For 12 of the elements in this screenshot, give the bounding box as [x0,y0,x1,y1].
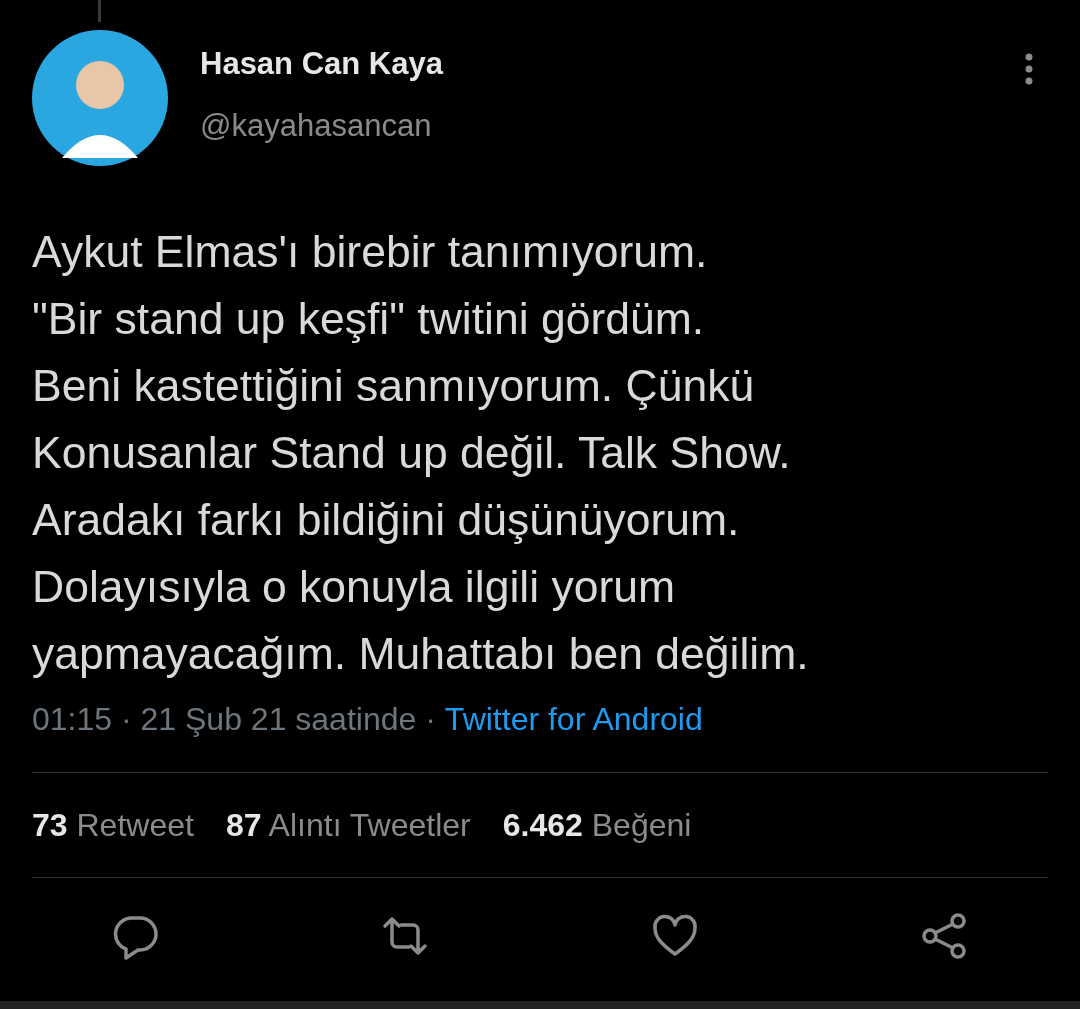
source-link[interactable]: Twitter for Android [444,701,703,738]
stat-link[interactable]: 73 Retweet [32,806,194,844]
stat-link[interactable]: 87 Alıntı Tweetler [225,806,471,844]
avatar-icon[interactable] [32,30,168,166]
author-name[interactable]: Hasan Can Kaya [200,46,1024,82]
author-handle[interactable]: @kayahasancan [200,108,1024,144]
thread-line [98,0,101,22]
stat-link[interactable]: 6.462 Beğeni [502,806,692,844]
more-options-icon[interactable] [1024,52,1034,86]
tweet-timestamp: 01:15 · 21 Şub 21 saatinde · [32,701,436,738]
tweet-text: Aykut Elmas'ı birebir tanımıyorum. "Bir stand up keşfi" twitini gördüm. Beni kastettiğini sanmıyorum. Çünkü Konusanlar Stand up değil. Talk Show. Aradakı farkı bildiğini düşünüyorum. Dolayısıyla o konuyla ilgili yorum yapmayacağım. Muhattabı ben değilim. [32,226,810,680]
share-icon[interactable] [920,912,968,960]
